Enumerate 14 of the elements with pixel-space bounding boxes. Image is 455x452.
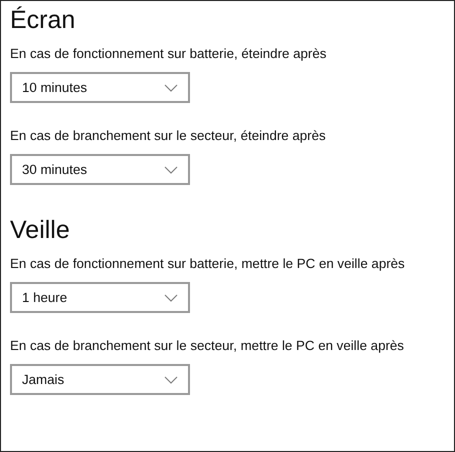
dropdown[interactable]: 10 minutes xyxy=(10,72,190,103)
dropdown[interactable]: Jamais xyxy=(10,364,190,395)
chevron-down-icon xyxy=(164,84,178,92)
section-heading: Veille xyxy=(10,215,71,245)
setting-label: En cas de branchement sur le secteur, éteindre après xyxy=(10,127,327,145)
dropdown[interactable]: 1 heure xyxy=(10,282,190,313)
chevron-down-icon xyxy=(164,166,178,174)
setting-label: En cas de fonctionnement sur batterie, mettre le PC en veille après xyxy=(10,255,406,273)
setting-label: En cas de fonctionnement sur batterie, éteindre après xyxy=(10,45,328,63)
chevron-down-icon xyxy=(164,294,178,302)
setting-label: En cas de branchement sur le secteur, mettre le PC en veille après xyxy=(10,337,405,355)
section-heading: Écran xyxy=(10,5,76,35)
dropdown[interactable]: 30 minutes xyxy=(10,154,190,185)
chevron-down-icon xyxy=(164,376,178,384)
